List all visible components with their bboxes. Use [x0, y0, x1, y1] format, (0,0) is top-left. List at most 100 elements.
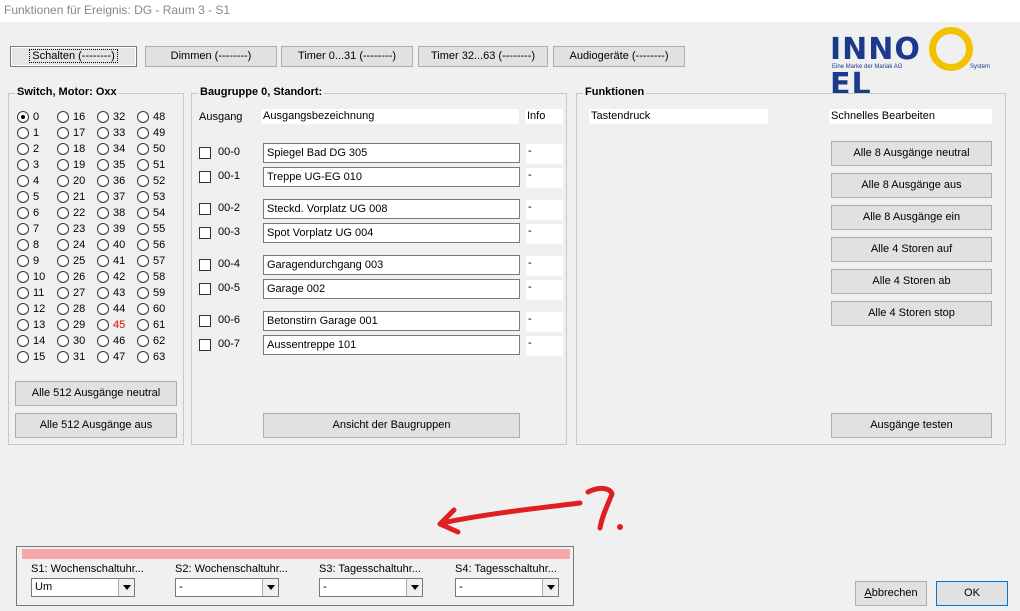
radio-circle[interactable] — [57, 319, 69, 331]
all-8-neutral-button[interactable]: Alle 8 Ausgänge neutral — [831, 141, 992, 166]
radio-circle[interactable] — [57, 271, 69, 283]
radio-circle[interactable] — [17, 319, 29, 331]
output-checkbox[interactable] — [199, 259, 211, 271]
radio-circle[interactable] — [57, 303, 69, 315]
radio-circle[interactable] — [17, 271, 29, 283]
radio-circle[interactable] — [57, 111, 69, 123]
radio-circle[interactable] — [17, 223, 29, 235]
radio-circle[interactable] — [17, 351, 29, 363]
radio-circle[interactable] — [17, 239, 29, 251]
output-checkbox[interactable] — [199, 147, 211, 159]
radio-circle[interactable] — [137, 271, 149, 283]
radio-circle[interactable] — [137, 175, 149, 187]
radio-circle[interactable] — [97, 111, 109, 123]
output-name-field[interactable]: Spiegel Bad DG 305 — [263, 143, 520, 163]
tab-dimmen[interactable]: Dimmen (--------) — [145, 46, 277, 67]
output-checkbox[interactable] — [199, 227, 211, 239]
chevron-down-icon[interactable] — [262, 579, 278, 596]
radio-circle[interactable] — [97, 335, 109, 347]
radio-circle[interactable] — [57, 207, 69, 219]
radio-circle[interactable] — [57, 175, 69, 187]
radio-circle[interactable] — [57, 239, 69, 251]
radio-circle[interactable] — [137, 303, 149, 315]
all-8-off-button[interactable]: Alle 8 Ausgänge aus — [831, 173, 992, 198]
radio-circle[interactable] — [57, 287, 69, 299]
all-8-on-button[interactable]: Alle 8 Ausgänge ein — [831, 205, 992, 230]
radio-circle[interactable] — [137, 127, 149, 139]
radio-circle[interactable] — [97, 287, 109, 299]
radio-circle[interactable] — [137, 351, 149, 363]
radio-circle[interactable] — [17, 287, 29, 299]
ok-button[interactable]: OK — [936, 581, 1008, 606]
radio-circle[interactable] — [97, 159, 109, 171]
all-512-neutral-button[interactable]: Alle 512 Ausgänge neutral — [15, 381, 177, 406]
tab-timer-0-31[interactable]: Timer 0...31 (--------) — [281, 46, 413, 67]
radio-circle[interactable] — [97, 143, 109, 155]
radio-circle[interactable] — [137, 143, 149, 155]
radio-circle[interactable] — [97, 239, 109, 251]
output-name-field[interactable]: Steckd. Vorplatz UG 008 — [263, 199, 520, 219]
radio-circle[interactable] — [137, 287, 149, 299]
tab-timer-32-63[interactable]: Timer 32...63 (--------) — [418, 46, 548, 67]
radio-circle[interactable] — [97, 207, 109, 219]
radio-circle[interactable] — [17, 143, 29, 155]
radio-circle[interactable] — [17, 303, 29, 315]
output-name-field[interactable]: Spot Vorplatz UG 004 — [263, 223, 520, 243]
radio-circle[interactable] — [97, 255, 109, 267]
radio-circle[interactable] — [17, 255, 29, 267]
radio-circle[interactable] — [17, 159, 29, 171]
output-checkbox[interactable] — [199, 315, 211, 327]
radio-circle[interactable] — [57, 127, 69, 139]
schedule-s4-select[interactable]: - — [455, 578, 559, 597]
all-4-blinds-down-button[interactable]: Alle 4 Storen ab — [831, 269, 992, 294]
tab-schalten[interactable]: Schalten (--------) — [10, 46, 137, 67]
radio-circle[interactable] — [57, 191, 69, 203]
radio-circle[interactable] — [97, 303, 109, 315]
chevron-down-icon[interactable] — [406, 579, 422, 596]
all-4-blinds-stop-button[interactable]: Alle 4 Storen stop — [831, 301, 992, 326]
radio-circle[interactable] — [17, 335, 29, 347]
radio-circle[interactable] — [97, 175, 109, 187]
radio-circle[interactable] — [137, 191, 149, 203]
radio-circle[interactable] — [137, 335, 149, 347]
radio-circle[interactable] — [97, 223, 109, 235]
radio-circle[interactable] — [97, 351, 109, 363]
radio-circle[interactable] — [17, 127, 29, 139]
radio-circle[interactable] — [57, 159, 69, 171]
radio-circle[interactable] — [57, 335, 69, 347]
radio-circle[interactable] — [97, 271, 109, 283]
radio-circle[interactable] — [97, 191, 109, 203]
radio-circle[interactable] — [57, 351, 69, 363]
output-checkbox[interactable] — [199, 283, 211, 295]
output-checkbox[interactable] — [199, 203, 211, 215]
schedule-s3-select[interactable]: - — [319, 578, 423, 597]
radio-circle[interactable] — [137, 223, 149, 235]
schedule-s1-select[interactable]: Um — [31, 578, 135, 597]
all-4-blinds-up-button[interactable]: Alle 4 Storen auf — [831, 237, 992, 262]
radio-circle[interactable] — [17, 191, 29, 203]
chevron-down-icon[interactable] — [118, 579, 134, 596]
output-name-field[interactable]: Treppe UG-EG 010 — [263, 167, 520, 187]
radio-circle[interactable] — [57, 223, 69, 235]
radio-circle[interactable] — [137, 111, 149, 123]
chevron-down-icon[interactable] — [542, 579, 558, 596]
schedule-s2-select[interactable]: - — [175, 578, 279, 597]
radio-circle[interactable] — [17, 175, 29, 187]
output-name-field[interactable]: Garagendurchgang 003 — [263, 255, 520, 275]
tab-audiogeraete[interactable]: Audiogeräte (--------) — [553, 46, 685, 67]
output-name-field[interactable]: Betonstirn Garage 001 — [263, 311, 520, 331]
radio-circle[interactable] — [137, 319, 149, 331]
radio-circle[interactable] — [137, 255, 149, 267]
radio-circle[interactable] — [137, 239, 149, 251]
radio-circle[interactable] — [17, 207, 29, 219]
view-baugruppen-button[interactable]: Ansicht der Baugruppen — [263, 413, 520, 438]
radio-circle[interactable] — [97, 319, 109, 331]
radio-circle[interactable] — [17, 111, 29, 123]
output-checkbox[interactable] — [199, 339, 211, 351]
cancel-button[interactable]: Abbrechen — [855, 581, 927, 606]
output-name-field[interactable]: Garage 002 — [263, 279, 520, 299]
radio-circle[interactable] — [57, 255, 69, 267]
radio-circle[interactable] — [97, 127, 109, 139]
output-name-field[interactable]: Aussentreppe 101 — [263, 335, 520, 355]
radio-circle[interactable] — [137, 207, 149, 219]
